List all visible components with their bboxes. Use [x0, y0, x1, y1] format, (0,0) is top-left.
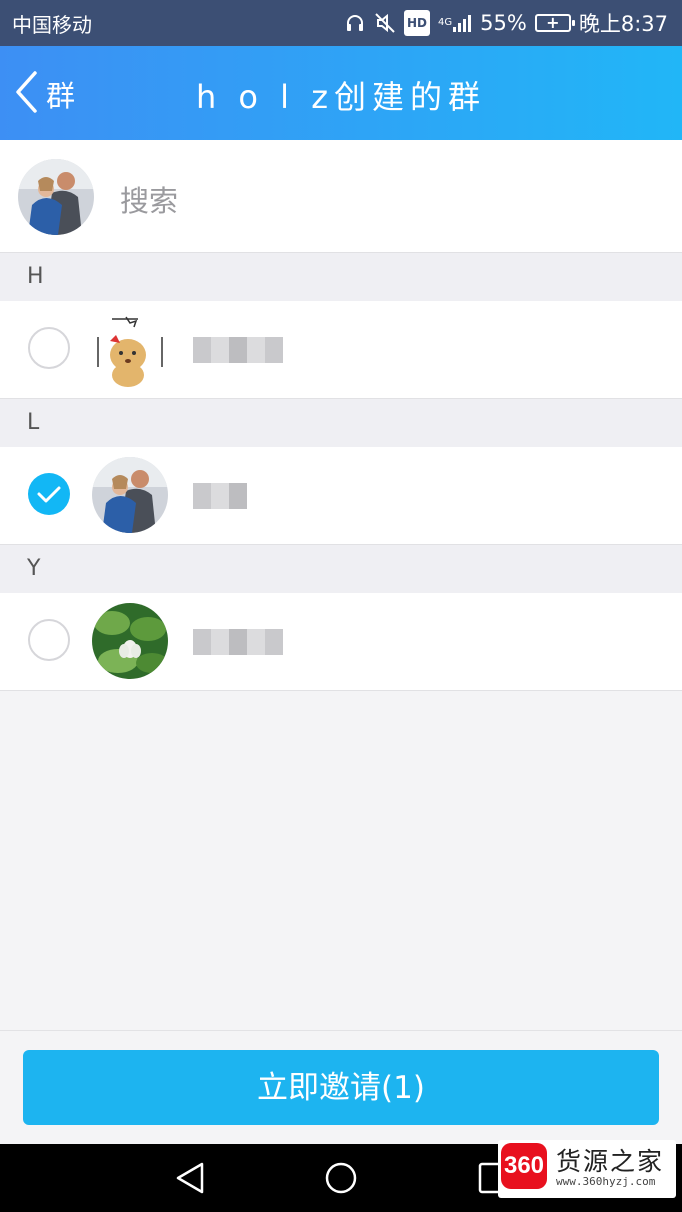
member-checkbox[interactable]: [28, 327, 70, 369]
watermark: 360 货源之家 www.360hyzj.com: [498, 1140, 676, 1198]
section-header-y: Y: [0, 545, 682, 593]
section-header-l: L: [0, 399, 682, 447]
hd-icon: HD: [404, 10, 431, 36]
cartoon-dog-avatar: [92, 311, 168, 387]
member-name-obscured: [193, 337, 283, 363]
section-letter: H: [27, 264, 44, 289]
mute-icon: [374, 11, 396, 35]
status-bar: 中国移动 HD 4G 55% + 晚上8:37: [0, 0, 682, 46]
lotus-flower-avatar: [92, 603, 168, 679]
section-header-h: H: [0, 253, 682, 301]
search-row[interactable]: 搜索: [0, 140, 682, 253]
member-checkbox[interactable]: [28, 619, 70, 661]
member-name-obscured: [193, 483, 247, 509]
battery-icon: +: [534, 13, 575, 32]
clock: 晚上8:37: [578, 12, 668, 36]
member-row-y[interactable]: [0, 593, 682, 691]
invite-button[interactable]: 立即邀请(1): [23, 1050, 659, 1125]
watermark-logo: 360: [501, 1143, 547, 1189]
carrier-label: 中国移动: [12, 13, 92, 37]
battery-percent: 55%: [480, 11, 527, 35]
section-letter: L: [27, 410, 40, 435]
nav-bar: 群 h o l z创建的群: [0, 46, 682, 140]
checkmark-icon: [37, 486, 61, 503]
member-checkbox-checked[interactable]: [28, 473, 70, 515]
couple-photo-avatar: [92, 457, 168, 533]
member-row-h[interactable]: [0, 301, 682, 399]
status-icons: HD 4G 55% + 晚上8:37: [344, 8, 668, 38]
selected-member-avatar[interactable]: [18, 159, 94, 235]
signal-icon: 4G: [438, 11, 472, 35]
page-title: h o l z创建的群: [195, 78, 487, 116]
member-row-l[interactable]: [0, 447, 682, 545]
bottom-bar: 立即邀请(1): [0, 1030, 682, 1145]
watermark-name: 货源之家: [556, 1147, 665, 1176]
member-name-obscured: [193, 629, 283, 655]
home-circle-icon[interactable]: [323, 1160, 359, 1196]
section-letter: Y: [27, 556, 41, 581]
headset-icon: [344, 11, 366, 35]
watermark-url: www.360hyzj.com: [556, 1175, 656, 1188]
search-input[interactable]: 搜索: [120, 178, 178, 220]
network-type: 4G: [438, 17, 453, 28]
back-triangle-icon[interactable]: [172, 1160, 208, 1196]
